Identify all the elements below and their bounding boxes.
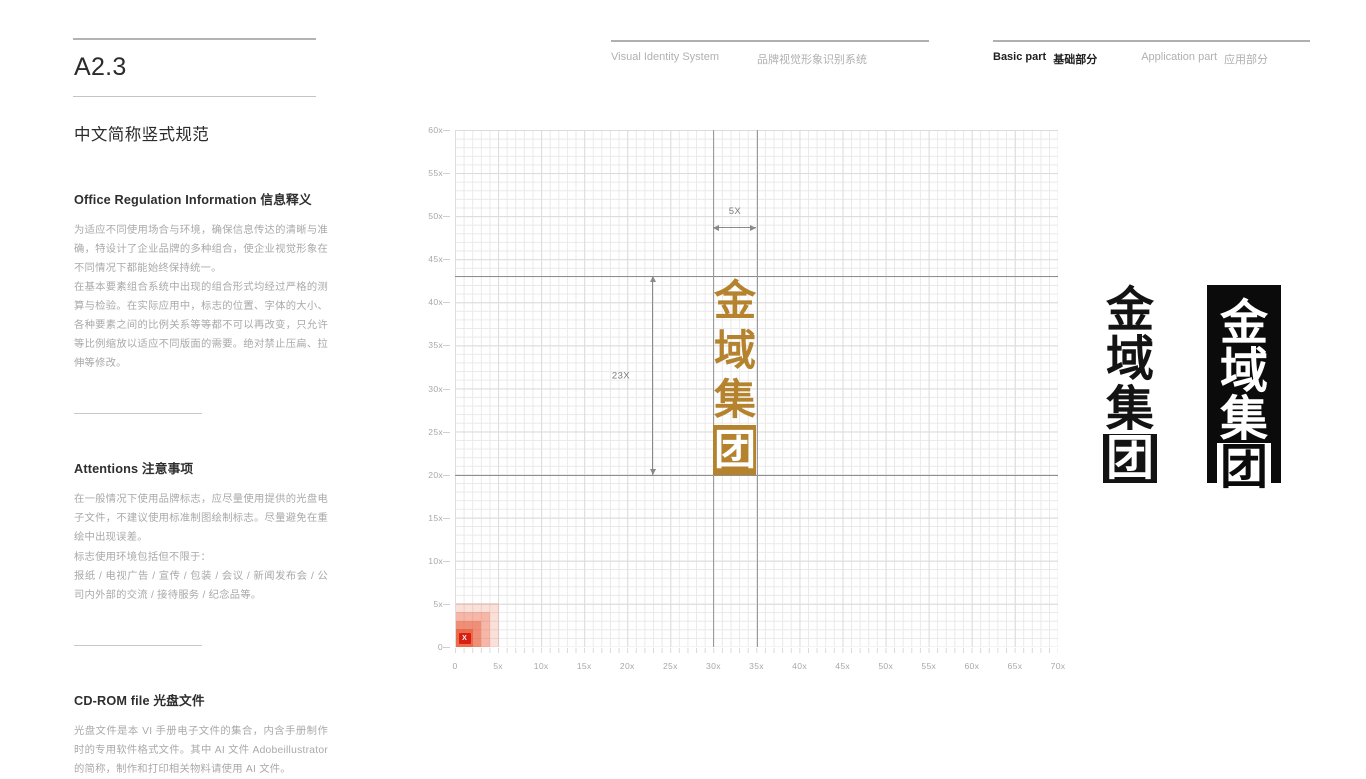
block-heading-en: Office Regulation Information [74,193,257,207]
x-axis-tick-label: 45x [835,661,851,671]
nav-item-basic-part[interactable]: Basic part 基础部分 [993,51,1097,67]
logo-glyph-3: 集 [713,375,756,425]
section-rule-top [73,38,316,40]
page-subtitle: 中文简称竖式规范 [74,126,210,144]
x-axis-tick-label: 55x [921,661,937,671]
header-rule-left [611,40,929,42]
block-heading-en: CD-ROM file [74,693,150,708]
unit-chip-label: X [458,632,471,644]
x-axis-tick-label: 30x [706,661,721,671]
y-axis-tick-label: 15x [428,512,450,523]
nav-item-application-part[interactable]: Application part 应用部分 [1141,51,1268,67]
nav-basic-en: Basic part [993,50,1047,63]
left-column: A2.3 中文简称竖式规范 Office Regulation Informat… [73,38,329,779]
block-divider [74,644,202,646]
block-heading-cn: 注意事项 [141,462,194,477]
header-brand-cn: 品牌视觉形象识别系统 [757,53,868,66]
y-axis-tick-label: 20x [428,469,450,480]
header-spacer-right [1097,51,1141,67]
height-dimension-line [649,276,656,475]
y-axis-tick-label: 10x [428,555,450,566]
section-rule-bottom [73,96,316,97]
block-heading: Attentions 注意事项 [74,458,329,477]
block-paragraph: 标志使用环境包括但不限于： [74,551,212,563]
y-axis-tick-label: 50x [428,211,450,222]
nav-basic-cn: 基础部分 [1053,53,1098,66]
page-title: A2.3 [74,53,127,81]
logo-variant-inverted: 金 域 集 团 [1207,285,1281,491]
logo-variant-group: 金 域 集 团 金 域 集 团 [1103,285,1281,491]
info-block-cdrom-file: CD-ROM file 光盘文件 光盘文件是本 VI 手册电子文件的集合，内含手… [73,690,329,779]
logo-glyph-2: 域 [1105,331,1154,388]
logo-glyph-3: 集 [1105,380,1154,437]
x-axis-minor-rail [455,648,1058,653]
block-paragraph: 光盘文件是本 VI 手册电子文件的集合，内含手册制作时的专用软件格式文件。其中 … [74,725,328,775]
x-axis-tick-label: 65x [1007,661,1023,671]
block-divider [74,413,202,415]
width-dimension-label: 5X [728,206,742,217]
nav-application-cn: 应用部分 [1224,53,1269,66]
header-nav-row: Basic part 基础部分 Application part 应用部分 [993,51,1310,67]
x-axis-tick-label: 60x [964,661,980,671]
x-axis-tick-label: 0 [452,661,458,671]
block-heading: CD-ROM file 光盘文件 [74,690,329,709]
height-dimension-label: 23X [611,370,630,382]
info-block-office-regulation: Office Regulation Information 信息释义 为适应不同… [73,189,329,373]
x-axis-tick-label: 70x [1050,661,1066,671]
block-paragraph: 在基本要素组合系统中出现的组合形式均经过严格的测算与检验。在实际应用中，标志的位… [74,282,328,370]
header-rule-right [993,40,1310,42]
y-axis-tick-label: 35x [428,340,450,351]
x-axis-tick-label: 5x [493,661,503,671]
header-spacer-left [719,51,757,67]
logo-construction-grid: 0 5x 10x 15x 20x 25x 30x 35x 40x 45x 50x 55x 60x 0 5x… [428,125,1065,671]
logo-glyph-1: 金 [1219,295,1268,351]
logo-gold-vertical: 金 域 集 团 [713,276,757,475]
info-block-attentions: Attentions 注意事项 在一般情况下使用品牌标志，应尽量使用提供的光盘电… [73,458,329,604]
x-axis-tick-label: 15x [576,661,592,671]
y-axis-tick-label: 30x [428,383,450,394]
block-heading: Office Regulation Information 信息释义 [74,189,329,208]
unit-size-swatch: X [455,603,499,647]
logo-glyph-4: 团 [1103,433,1157,483]
y-axis-tick-label: 40x [428,297,450,308]
x-axis-tick-label: 25x [662,661,678,671]
header-nav-group: Basic part 基础部分 Application part 应用部分 [993,40,1310,67]
block-paragraph: 报纸 / 电视广告 / 宣传 / 包装 / 会议 / 新闻发布会 / 公司内外部… [74,570,328,601]
x-axis-tick-label: 35x [749,661,764,671]
logo-glyph-4: 团 [1217,443,1271,491]
header-brand-en: Visual Identity System [611,50,720,63]
header-brand-group: Visual Identity System 品牌视觉形象识别系统 [611,40,929,67]
block-paragraph: 在一般情况下使用品牌标志，应尽量使用提供的光盘电子文件，不建议使用标准制图绘制标… [74,494,328,544]
y-axis-tick-label: 25x [428,426,450,437]
x-axis-tick-label: 10x [533,661,549,671]
logo-glyph-1: 金 [713,276,756,326]
y-axis-tick-label: 60x [428,125,450,135]
vertical-reference-line [756,130,758,647]
x-axis-tick-label: 50x [878,661,894,671]
logo-glyph-1: 金 [1105,281,1154,338]
logo-glyph-2: 域 [713,325,756,375]
header-brand-row: Visual Identity System 品牌视觉形象识别系统 [611,51,929,67]
y-axis-tick-label: 55x [428,168,450,179]
logo-glyph-2: 域 [1219,343,1268,399]
y-axis-tick-label: 5x [433,598,450,609]
block-heading-en: Attentions [74,462,139,477]
y-axis-tick-label: 0 [437,642,451,652]
x-axis-tick-label: 40x [792,661,807,671]
x-axis-tick-label: 20x [619,661,635,671]
width-dimension-line [713,224,757,231]
y-axis-tick-label: 45x [428,254,450,265]
block-heading-cn: 光盘文件 [153,693,205,708]
block-paragraph: 为适应不同使用场合与环境，确保信息传达的清晰与准确，特设计了企业品牌的多种组合，… [74,225,328,275]
block-heading-cn: 信息释义 [260,193,312,207]
logo-glyph-3: 集 [1219,391,1268,447]
logo-variant-monochrome: 金 域 集 团 [1103,285,1157,483]
logo-glyph-4: 团 [713,424,757,475]
nav-application-en: Application part [1141,50,1218,63]
